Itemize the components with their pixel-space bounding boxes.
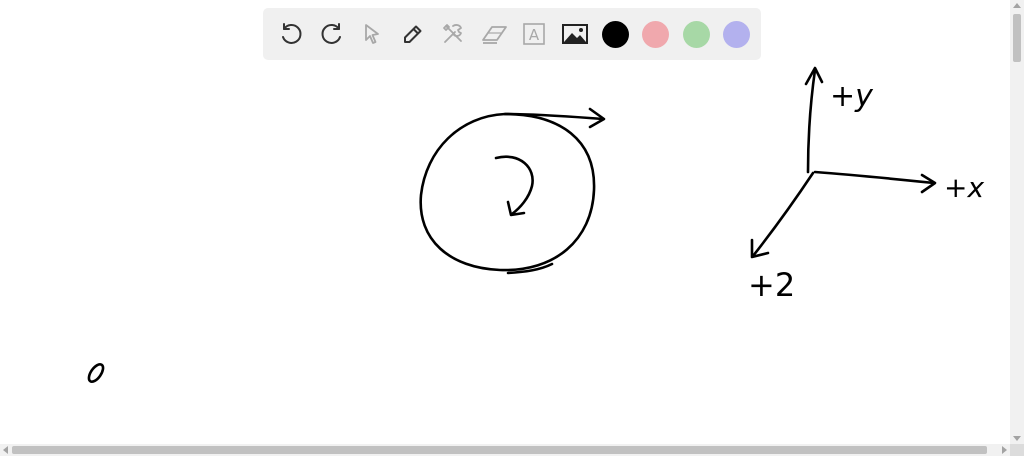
vertical-scrollbar[interactable] [1010, 0, 1024, 444]
z-axis-line [751, 171, 815, 258]
color-black-button[interactable] [595, 14, 636, 54]
scrollbar-corner [1010, 444, 1024, 456]
rotation-arrow-curve [494, 155, 534, 216]
scroll-up-arrow-icon[interactable] [1013, 3, 1021, 8]
horizontal-scrollbar[interactable] [0, 444, 1010, 456]
color-swatch-green [682, 20, 710, 48]
color-purple-button[interactable] [717, 14, 758, 54]
undo-button[interactable] [271, 14, 312, 54]
y-axis-label: +y [830, 79, 874, 114]
text-tool-glyph: A [529, 26, 540, 44]
eraser-button[interactable] [474, 14, 515, 54]
select-button[interactable] [352, 14, 393, 54]
scroll-right-arrow-icon[interactable] [1002, 446, 1007, 454]
color-swatch-purple [723, 20, 751, 48]
z-axis-label: +2 [748, 266, 795, 304]
color-swatch-red [642, 20, 670, 48]
stray-mark [87, 363, 105, 383]
image-icon [561, 24, 588, 44]
redo-button[interactable] [312, 14, 353, 54]
whiteboard-app: +y +x +2 A [0, 0, 1024, 456]
tangent-arrow-line [503, 112, 605, 121]
color-swatch-black [601, 20, 629, 48]
color-green-button[interactable] [676, 14, 717, 54]
x-axis-label: +x [944, 171, 984, 204]
eraser-icon [481, 26, 507, 44]
pen-button[interactable] [393, 14, 434, 54]
text-button[interactable]: A [514, 14, 555, 54]
horizontal-scrollbar-thumb[interactable] [12, 446, 987, 454]
y-axis-line [806, 68, 817, 174]
undo-icon [282, 23, 302, 44]
pointer-icon [365, 24, 380, 44]
scroll-down-arrow-icon[interactable] [1013, 436, 1021, 441]
scroll-left-arrow-icon[interactable] [3, 446, 8, 454]
redo-icon [321, 23, 341, 44]
image-button[interactable] [555, 14, 596, 54]
pen-icon [403, 25, 422, 43]
drawing-canvas[interactable]: +y +x +2 [0, 0, 1010, 444]
tools-button[interactable] [433, 14, 474, 54]
text-icon: A [523, 23, 546, 45]
x-axis-line [813, 170, 936, 185]
drawing-toolbar: A [263, 8, 761, 60]
circle-stroke [419, 112, 596, 272]
vertical-scrollbar-thumb[interactable] [1013, 14, 1021, 62]
tools-icon [443, 24, 463, 43]
color-red-button[interactable] [636, 14, 677, 54]
